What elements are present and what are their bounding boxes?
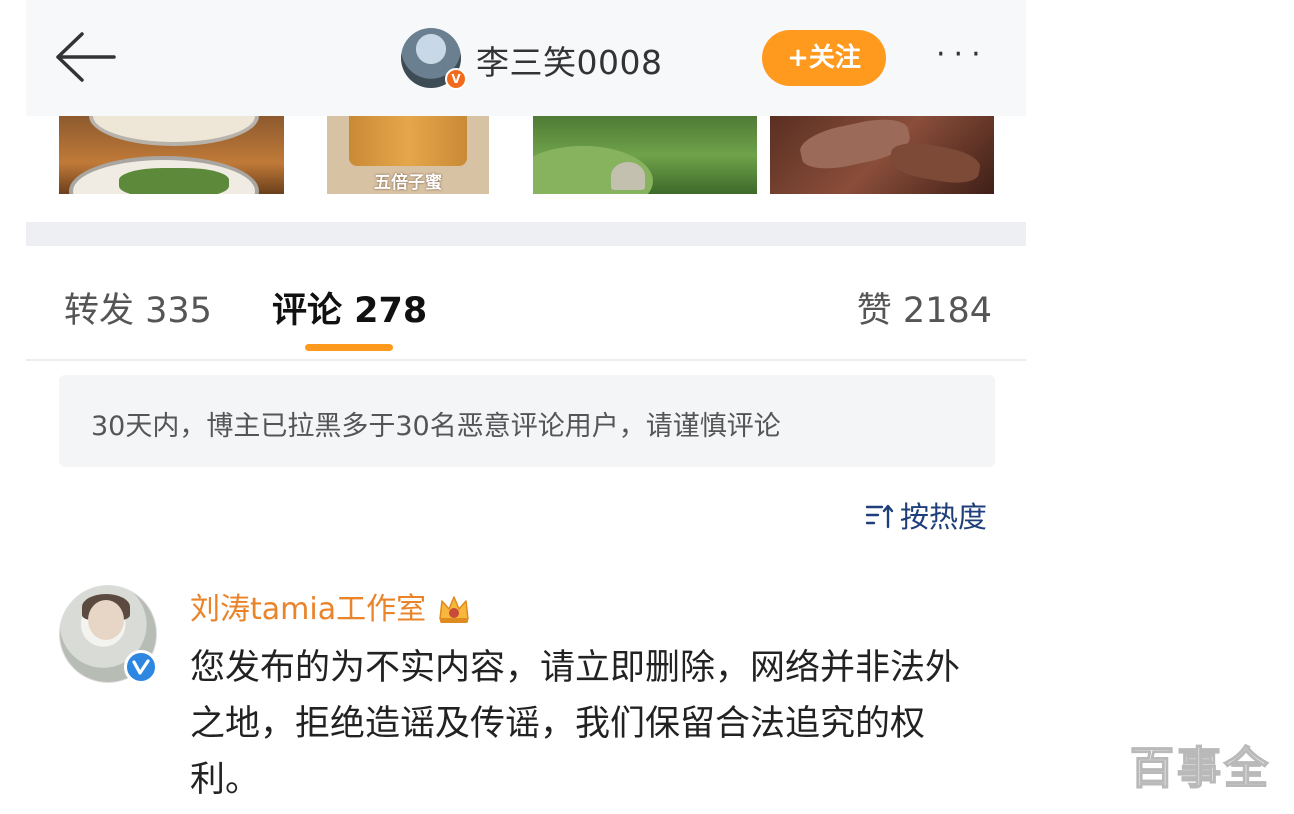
author-username[interactable]: 李三笑0008 [476,36,662,84]
notice-text: 30天内，博主已拉黑多于30名恶意评论用户，请谨慎评论 [91,411,781,442]
post-photo-meat[interactable] [770,116,994,194]
app-screen: V 李三笑0008 +关注 ··· 五倍子蜜 转发 335 评论 278 赞 2… [26,0,1026,814]
more-options-icon[interactable]: ··· [936,40,1006,74]
commenter-name-text: 刘涛tamia工作室 [190,592,427,627]
tab-like[interactable]: 赞 2184 [857,282,992,333]
top-bar: V 李三笑0008 +关注 ··· [26,0,1026,116]
verified-badge-icon: V [445,68,467,90]
member-crown-icon [436,591,472,625]
follow-button[interactable]: +关注 [762,30,886,86]
watermark-text: 百事全 [1129,742,1271,795]
post-photo-landscape[interactable] [533,116,757,194]
weibo-post-page: V 李三笑0008 +关注 ··· 五倍子蜜 转发 335 评论 278 赞 2… [0,0,1294,814]
verified-v-icon [124,650,158,684]
commenter-name[interactable]: 刘涛tamia工作室 [190,584,472,628]
sort-by-hot-button[interactable]: 按热度 [864,494,987,534]
active-tab-indicator [305,344,393,351]
post-photo-honey-jar[interactable]: 五倍子蜜 [327,116,489,194]
jar-label: 五倍子蜜 [374,173,442,193]
sort-icon [864,501,894,531]
tab-divider [26,359,1026,361]
tab-repost[interactable]: 转发 335 [64,282,212,333]
author-avatar[interactable]: V [401,28,467,90]
commenter-avatar[interactable] [59,585,158,684]
blacklist-notice: 30天内，博主已拉黑多于30名恶意评论用户，请谨慎评论 [59,375,995,467]
back-button[interactable] [52,30,116,84]
section-divider [26,222,1026,246]
back-arrow-icon [56,32,116,82]
sort-label: 按热度 [900,500,988,534]
comment-text: 您发布的为不实内容，请立即删除，网络并非法外之地，拒绝造谣及传谣，我们保留合法追… [190,648,961,800]
post-photo-food-plates[interactable] [59,116,284,194]
tab-comment[interactable]: 评论 278 [272,282,427,333]
